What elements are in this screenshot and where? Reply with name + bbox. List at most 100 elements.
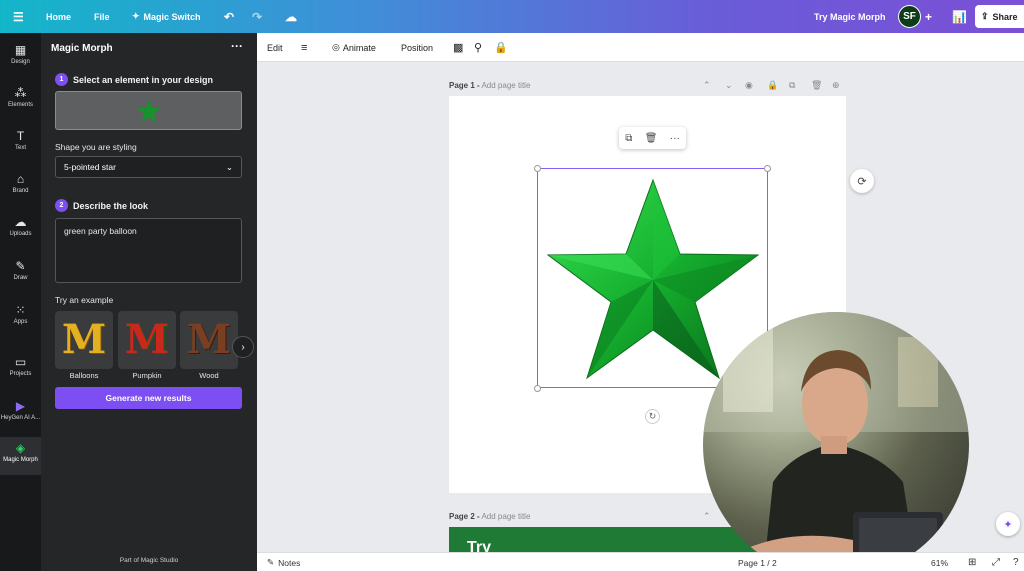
chevron-up-icon[interactable]: ⌃ bbox=[703, 511, 711, 522]
redo-icon[interactable]: ↷ bbox=[252, 0, 262, 33]
step-2: 2 Describe the look bbox=[55, 199, 148, 212]
page-collapse-tab[interactable] bbox=[644, 552, 684, 571]
trash-icon[interactable]: 🗑 bbox=[645, 133, 658, 144]
upload-icon: ⇪ bbox=[981, 11, 989, 21]
rail-label: Text bbox=[14, 145, 26, 151]
rail-label: HeyGen AI A... bbox=[0, 415, 41, 421]
chevron-up-icon bbox=[644, 552, 684, 561]
zoom-level[interactable]: 61% bbox=[931, 553, 948, 571]
example-label: Wood bbox=[199, 371, 219, 380]
lock-icon[interactable]: 🔒 bbox=[494, 33, 508, 62]
transparency-icon[interactable]: ▩ bbox=[453, 33, 463, 62]
magic-morph-panel: Magic Morph ··· 1 Select an element in y… bbox=[41, 33, 257, 571]
shape-select[interactable]: 5-pointed star ⌄ bbox=[55, 156, 242, 178]
step-label: Describe the look bbox=[73, 200, 149, 211]
grid-view-icon[interactable]: ⊞ bbox=[968, 553, 976, 571]
notes-label: Notes bbox=[278, 557, 301, 568]
chevron-down-icon[interactable]: ⌄ bbox=[725, 80, 733, 91]
hamburger-icon[interactable]: ☰ bbox=[13, 0, 24, 33]
rail-item-uploads[interactable]: ☁ Uploads bbox=[0, 215, 41, 237]
step-1: 1 Select an element in your design bbox=[55, 73, 213, 86]
rail-item-draw[interactable]: ✎ Draw bbox=[0, 259, 41, 281]
file-menu[interactable]: File bbox=[94, 0, 110, 33]
add-collaborator-icon[interactable]: + bbox=[925, 0, 932, 33]
duplicate-page-icon[interactable]: ⧉ bbox=[789, 80, 795, 91]
draw-icon: ✎ bbox=[15, 259, 26, 273]
edit-button[interactable]: Edit bbox=[267, 33, 283, 62]
step-label: Select an element in your design bbox=[73, 74, 214, 85]
lock-icon[interactable]: 🔒 bbox=[767, 80, 778, 91]
example-balloons[interactable]: M bbox=[55, 311, 113, 369]
apps-icon: ⁙ bbox=[15, 303, 26, 317]
duplicate-icon[interactable]: ⧉ bbox=[625, 133, 632, 144]
position-button[interactable]: Position bbox=[401, 33, 433, 62]
paint-roller-icon[interactable]: ⚲ bbox=[474, 33, 482, 62]
resize-handle[interactable] bbox=[764, 165, 771, 172]
page-title-placeholder: Add page title bbox=[481, 512, 531, 521]
describe-look-input[interactable]: green party balloon bbox=[55, 218, 242, 283]
more-options-icon[interactable]: ··· bbox=[670, 133, 680, 144]
rail-item-elements[interactable]: ⁂ Elements bbox=[0, 86, 41, 108]
elements-icon: ⁂ bbox=[14, 86, 27, 100]
rail-item-heygen[interactable]: ▶ HeyGen AI A... bbox=[0, 399, 41, 421]
rail-item-design[interactable]: ▦ Design bbox=[0, 43, 41, 65]
help-icon[interactable]: ? bbox=[1013, 553, 1019, 571]
page-1-title[interactable]: Page 1 - Add page title bbox=[449, 81, 530, 90]
rail-item-projects[interactable]: ▭ Projects bbox=[0, 355, 41, 377]
magic-switch-label: Magic Switch bbox=[143, 11, 201, 22]
add-page-icon[interactable]: ⊕ bbox=[832, 80, 840, 91]
rail-item-brand[interactable]: ⌂ Brand bbox=[0, 172, 41, 194]
page-2-title[interactable]: Page 2 - Add page title bbox=[449, 512, 530, 521]
rail-item-magic-morph[interactable]: ◈ Magic Morph bbox=[0, 437, 41, 475]
notes-button[interactable]: ✎ Notes bbox=[267, 553, 300, 571]
avatar[interactable]: SF bbox=[898, 5, 921, 28]
rail-item-apps[interactable]: ⁙ Apps bbox=[0, 303, 41, 325]
heygen-icon: ▶ bbox=[15, 399, 26, 413]
rail-label: Elements bbox=[7, 102, 33, 108]
example-pumpkin[interactable]: M bbox=[118, 311, 176, 369]
star-thumbnail-icon bbox=[136, 98, 161, 123]
magic-morph-icon: ◈ bbox=[15, 441, 26, 455]
chevron-up-icon[interactable]: ⌃ bbox=[703, 80, 711, 91]
trash-icon[interactable]: 🗑 bbox=[811, 80, 822, 91]
animate-button[interactable]: ◎ Animate bbox=[332, 33, 376, 62]
example-label: Balloons bbox=[69, 371, 99, 380]
rail-label: Brand bbox=[12, 188, 29, 194]
example-wood[interactable]: M bbox=[180, 311, 238, 369]
rail-label: Apps bbox=[13, 319, 28, 325]
magic-assistant-icon[interactable]: ✦ bbox=[996, 512, 1020, 536]
rotate-icon[interactable]: ↻ bbox=[645, 409, 660, 424]
share-label: Share bbox=[992, 11, 1018, 22]
undo-icon[interactable]: ↶ bbox=[224, 0, 234, 33]
page-counter[interactable]: Page 1 / 2 bbox=[738, 553, 777, 571]
more-options-icon[interactable]: ··· bbox=[231, 39, 243, 53]
example-thumbnail: M bbox=[186, 316, 232, 363]
refresh-comment-icon[interactable]: ⟳ bbox=[850, 169, 874, 193]
top-bar: ☰ Home File ✦ Magic Switch ↶ ↷ ☁ Try Mag… bbox=[0, 0, 1024, 33]
insights-icon[interactable]: 📊 bbox=[952, 0, 967, 33]
cloud-save-icon[interactable]: ☁ bbox=[285, 0, 297, 33]
projects-icon: ▭ bbox=[14, 355, 27, 369]
shape-select-value: 5-pointed star bbox=[64, 162, 116, 172]
resize-handle[interactable] bbox=[534, 165, 541, 172]
eye-icon[interactable]: ◉ bbox=[745, 80, 753, 91]
share-button[interactable]: ⇪ Share bbox=[975, 5, 1024, 28]
border-style-icon[interactable]: ≡ bbox=[301, 33, 307, 62]
rail-item-text[interactable]: T Text bbox=[0, 129, 41, 151]
selected-element-preview[interactable] bbox=[55, 91, 242, 130]
design-icon: ▦ bbox=[14, 43, 27, 57]
selection-box[interactable] bbox=[537, 168, 768, 388]
page-number: Page 2 - bbox=[449, 512, 480, 521]
magic-studio-footer: Part of Magic Studio bbox=[119, 557, 179, 564]
fullscreen-icon[interactable]: ⤢ bbox=[992, 553, 1000, 571]
generate-button[interactable]: Generate new results bbox=[55, 387, 242, 409]
step-number: 1 bbox=[55, 73, 68, 86]
resize-handle[interactable] bbox=[534, 385, 541, 392]
chevron-right-icon[interactable]: › bbox=[232, 336, 254, 358]
step-number: 2 bbox=[55, 199, 68, 212]
rail-label: Projects bbox=[9, 371, 32, 377]
try-magic-morph-link[interactable]: Try Magic Morph bbox=[814, 0, 886, 33]
text-icon: T bbox=[16, 129, 25, 143]
magic-switch-button[interactable]: ✦ Magic Switch bbox=[132, 0, 201, 33]
home-menu[interactable]: Home bbox=[46, 0, 71, 33]
